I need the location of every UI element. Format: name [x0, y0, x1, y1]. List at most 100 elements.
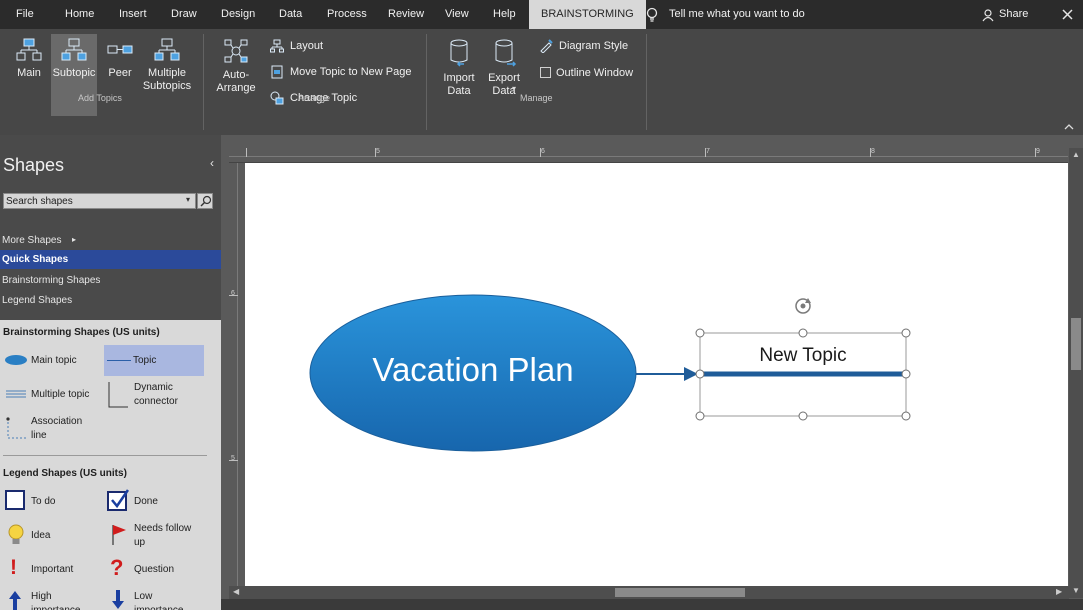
ruler-label: 5 — [376, 148, 380, 155]
ribbon-separator — [203, 34, 204, 130]
tab-design[interactable]: Design — [221, 0, 255, 29]
outline-window-label[interactable]: Outline Window — [556, 67, 633, 79]
high-importance-shape[interactable]: High importance — [31, 590, 96, 610]
collapse-ribbon-icon[interactable] — [1064, 123, 1074, 130]
status-strip — [221, 599, 1083, 610]
topic-shape-icon — [107, 360, 131, 361]
lightbulb-icon — [646, 7, 658, 22]
new-topic-text[interactable]: New Topic — [700, 345, 906, 367]
dynamic-connector-shape[interactable]: Dynamic connector — [134, 381, 194, 409]
auto-arrange-icon — [224, 39, 248, 63]
tab-review[interactable]: Review — [388, 0, 424, 29]
tab-file[interactable]: File — [16, 0, 34, 29]
stencil-divider — [3, 455, 207, 456]
more-shapes-link[interactable]: More Shapes — [2, 235, 61, 246]
association-line-icon — [6, 417, 26, 439]
vertical-scroll-thumb[interactable] — [1071, 318, 1081, 370]
todo-shape[interactable]: To do — [31, 496, 55, 507]
chevron-down-icon: ▾ — [512, 84, 517, 93]
tab-view[interactable]: View — [445, 0, 469, 29]
exclamation-icon: ! — [10, 556, 17, 579]
done-checkbox-icon — [107, 489, 130, 511]
question-icon: ? — [110, 555, 124, 580]
arrow-down-icon — [112, 590, 124, 609]
close-icon[interactable] — [1062, 9, 1073, 20]
database-export-icon — [495, 39, 517, 67]
tab-process[interactable]: Process — [327, 0, 367, 29]
layout-button[interactable]: Layout — [290, 40, 323, 52]
export-data-button[interactable]: Export Data — [484, 38, 524, 98]
move-topic-button[interactable]: Move Topic to New Page — [290, 66, 411, 78]
collapse-panel-icon[interactable]: ‹ — [210, 156, 214, 170]
legend-shapes-link[interactable]: Legend Shapes — [2, 295, 72, 306]
multiple-subtopics-button[interactable]: Multiple Subtopics — [140, 37, 194, 93]
import-data-button[interactable]: Import Data — [439, 38, 479, 98]
tab-brainstorming[interactable]: BRAINSTORMING — [529, 0, 646, 29]
dynamic-connector-icon — [108, 382, 128, 408]
main-label: Main — [17, 67, 41, 79]
association-line-shape[interactable]: Association line — [31, 415, 96, 443]
ruler-label: 5 — [231, 455, 235, 462]
share-button[interactable]: Share — [999, 0, 1028, 29]
rotation-handle-icon[interactable] — [795, 298, 811, 314]
main-topic-shape[interactable]: Main topic — [31, 355, 77, 366]
diagram-style-button[interactable]: Diagram Style — [559, 40, 628, 52]
tab-home[interactable]: Home — [65, 0, 94, 29]
tab-draw[interactable]: Draw — [171, 0, 197, 29]
needs-follow-up-shape[interactable]: Needs follow up — [134, 522, 199, 550]
ribbon-separator — [426, 34, 427, 130]
scroll-left-icon[interactable]: ◀ — [233, 587, 239, 596]
dropdown-arrow-icon[interactable]: ▾ — [186, 195, 190, 204]
multiple-subtopics-label: Multiple Subtopics — [142, 67, 192, 92]
horizontal-scroll-thumb[interactable] — [615, 588, 745, 597]
tab-help[interactable]: Help — [493, 0, 516, 29]
layout-icon — [270, 39, 284, 53]
brainstorming-shapes-link[interactable]: Brainstorming Shapes — [2, 275, 100, 286]
main-topic-text[interactable]: Vacation Plan — [310, 351, 636, 389]
done-shape[interactable]: Done — [134, 496, 158, 507]
subtopic-button[interactable]: Subtopic — [51, 37, 97, 80]
todo-box-icon — [5, 490, 25, 510]
low-importance-shape[interactable]: Low importance — [134, 590, 199, 610]
quick-shapes-item[interactable]: Quick Shapes — [0, 250, 221, 269]
diagram-style-icon — [540, 39, 553, 53]
tab-insert[interactable]: Insert — [119, 0, 147, 29]
idea-lightbulb-icon — [8, 524, 24, 544]
auto-arrange-button[interactable]: Auto-Arrange — [216, 37, 256, 95]
scroll-up-icon[interactable]: ▲ — [1072, 150, 1080, 159]
search-shapes-input[interactable]: Search shapes ▾ — [3, 193, 196, 209]
main-button[interactable]: Main — [12, 37, 46, 80]
important-shape[interactable]: Important — [31, 564, 73, 575]
chevron-right-icon: ▸ — [72, 235, 77, 244]
ruler-label: 7 — [706, 148, 710, 155]
multiple-topic-icon — [6, 390, 26, 398]
scroll-down-icon[interactable]: ▼ — [1072, 586, 1080, 595]
peer-button[interactable]: Peer — [104, 37, 136, 80]
search-button[interactable] — [197, 193, 213, 209]
flag-icon — [112, 525, 126, 545]
idea-shape[interactable]: Idea — [31, 530, 50, 541]
ruler-label: 8 — [871, 148, 875, 155]
horizontal-scrollbar[interactable]: ◀ ▶ — [229, 586, 1069, 599]
tab-data[interactable]: Data — [279, 0, 302, 29]
outline-window-checkbox[interactable] — [540, 67, 551, 78]
search-icon — [200, 195, 212, 207]
topic-shape-label: Topic — [133, 355, 157, 366]
tell-me-search[interactable]: Tell me what you want to do — [669, 0, 805, 29]
shapes-title: Shapes — [3, 155, 65, 175]
change-topic-icon — [270, 91, 284, 105]
user-icon — [982, 9, 994, 22]
import-data-label: Import Data — [443, 72, 475, 97]
multiple-topic-shape[interactable]: Multiple topic — [31, 389, 89, 400]
ruler-label: 6 — [231, 290, 235, 297]
database-import-icon — [450, 39, 468, 67]
scroll-right-icon[interactable]: ▶ — [1056, 587, 1062, 596]
peer-icon — [107, 45, 133, 54]
question-shape[interactable]: Question — [134, 564, 174, 575]
legend-stencil-header: Legend Shapes (US units) — [3, 468, 127, 479]
export-data-label: Export Data — [488, 72, 520, 97]
topic-shape-selected[interactable]: Topic — [104, 345, 204, 376]
search-placeholder: Search shapes — [6, 196, 73, 207]
vertical-ruler: 6 5 — [229, 163, 244, 586]
vertical-scrollbar[interactable]: ▲ ▼ — [1069, 148, 1083, 598]
